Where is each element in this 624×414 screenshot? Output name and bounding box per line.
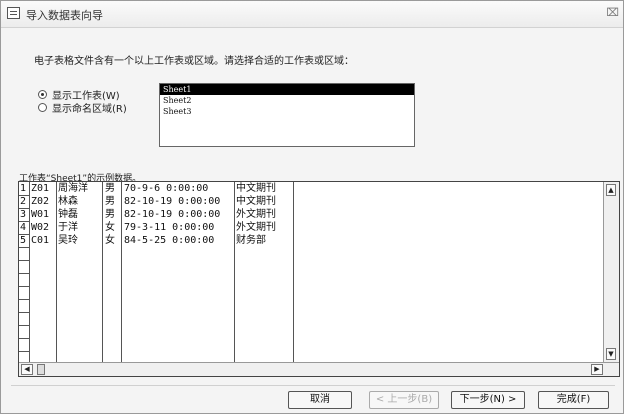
sheet-list[interactable]: Sheet1 Sheet2 Sheet3	[159, 83, 415, 147]
row-divider	[19, 273, 29, 274]
row-number: 2	[20, 196, 27, 207]
table-icon	[7, 7, 20, 19]
scroll-left-icon[interactable]: ◀	[21, 364, 33, 375]
row-number: 5	[20, 235, 27, 246]
cell-date: 79-3-11 0:00:00	[124, 222, 215, 233]
radio-show-named-ranges[interactable]: 显示命名区域(R)	[38, 100, 127, 115]
cell-name: 林森	[58, 196, 78, 207]
grid-column-divider	[102, 182, 103, 362]
row-number: 1	[20, 183, 27, 194]
next-button[interactable]: 下一步(N) >	[451, 391, 525, 409]
cell-gender: 女	[105, 235, 115, 246]
scroll-up-icon[interactable]: ▲	[606, 184, 616, 196]
cell-category: 财务部	[236, 235, 266, 246]
import-wizard-window: 导入数据表向导 ⌧ 电子表格文件含有一个以上工作表或区域。请选择合适的工作表或区…	[0, 0, 624, 414]
cell-gender: 男	[105, 183, 115, 194]
cell-id: C01	[31, 235, 50, 246]
row-divider	[19, 247, 29, 248]
cell-gender: 女	[105, 222, 115, 233]
row-divider	[19, 312, 29, 313]
row-divider	[19, 351, 29, 352]
grid-column-divider	[234, 182, 235, 362]
cell-date: 82-10-19 0:00:00	[124, 196, 221, 207]
divider	[11, 385, 615, 386]
row-number: 4	[20, 222, 27, 233]
row-divider	[19, 299, 29, 300]
sheet-list-item[interactable]: Sheet2	[160, 95, 414, 106]
cell-name: 钟磊	[58, 209, 78, 220]
cell-category: 中文期刊	[236, 196, 276, 207]
cell-date: 82-10-19 0:00:00	[124, 209, 221, 220]
row-divider	[19, 325, 29, 326]
cell-id: W02	[31, 222, 50, 233]
radio-button[interactable]	[38, 103, 47, 112]
row-divider	[19, 286, 29, 287]
cell-name: 吴玲	[58, 235, 78, 246]
radio-button-checked[interactable]	[38, 90, 47, 99]
vertical-scrollbar[interactable]: ▲ ▼	[603, 182, 619, 362]
cell-category: 外文期刊	[236, 209, 276, 220]
grid-column-divider	[121, 182, 122, 362]
sample-data-grid[interactable]: 1 Z01 周海洋 男 70-9-6 0:00:00 中文期刊 2 Z02 林森…	[18, 181, 620, 377]
cell-id: W01	[31, 209, 50, 220]
scroll-down-icon[interactable]: ▼	[606, 348, 616, 360]
close-icon[interactable]: ⌧	[606, 6, 619, 19]
grid-column-divider	[56, 182, 57, 362]
finish-button[interactable]: 完成(F)	[538, 391, 609, 409]
cell-category: 中文期刊	[236, 183, 276, 194]
window-title: 导入数据表向导	[26, 9, 103, 22]
cell-category: 外文期刊	[236, 222, 276, 233]
horizontal-scrollbar[interactable]: ◀ ▶	[19, 362, 619, 376]
radio-label-named-ranges: 显示命名区域(R)	[52, 104, 127, 115]
back-button[interactable]: < 上一步(B)	[369, 391, 439, 409]
grid-column-divider	[29, 182, 30, 362]
cell-gender: 男	[105, 209, 115, 220]
cell-gender: 男	[105, 196, 115, 207]
cancel-button[interactable]: 取消	[288, 391, 352, 409]
cell-id: Z02	[31, 196, 50, 207]
scroll-right-icon[interactable]: ▶	[591, 364, 603, 375]
sheet-list-item[interactable]: Sheet1	[160, 84, 414, 95]
title-bar: 导入数据表向导 ⌧	[1, 1, 623, 28]
row-divider	[19, 260, 29, 261]
cell-date: 70-9-6 0:00:00	[124, 183, 209, 194]
cell-name: 于洋	[58, 222, 78, 233]
sheet-list-item[interactable]: Sheet3	[160, 106, 414, 117]
cell-name: 周海洋	[58, 183, 88, 194]
grid-column-divider	[293, 182, 294, 362]
row-number: 3	[20, 209, 27, 220]
scroll-thumb[interactable]	[37, 364, 45, 375]
instruction-text: 电子表格文件含有一个以上工作表或区域。请选择合适的工作表或区域：	[34, 56, 354, 67]
cell-id: Z01	[31, 183, 50, 194]
cell-date: 84-5-25 0:00:00	[124, 235, 215, 246]
row-divider	[19, 338, 29, 339]
